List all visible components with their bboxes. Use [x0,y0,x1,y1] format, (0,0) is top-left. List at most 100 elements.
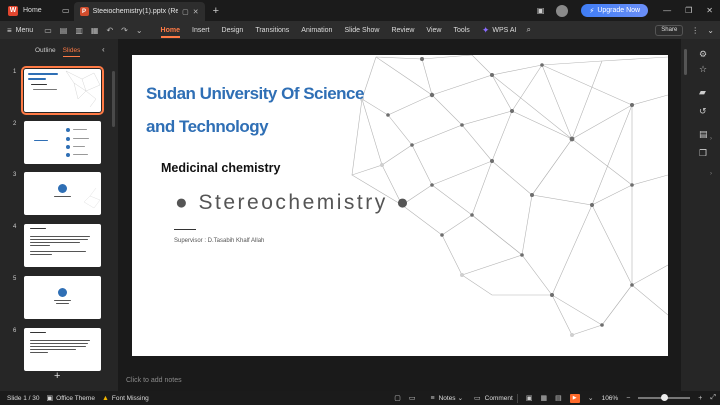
wps-ai-button[interactable]: ✦ WPS AI [482,25,517,36]
tab-transitions[interactable]: Transitions [255,27,289,34]
fit-window-icon[interactable]: ⤢ [710,394,716,402]
slide-subtitle[interactable]: Medicinal chemistry [161,161,281,175]
play-options-icon[interactable]: ⌄ [588,394,594,402]
ribbon-right: Share ⋮ ⌄ [655,21,714,39]
upgrade-now-button[interactable]: ⚡ Upgrade Now [581,4,649,17]
slide-supervisor-text[interactable]: Supervisor : D.Tasabih Khalf Allah [174,238,264,244]
float-window-icon[interactable]: ▢ [182,8,189,16]
document-tab-title: Steeiochemistry(1).pptx (Read [92,8,179,15]
slide-title-line-1[interactable]: Sudan University Of Science [146,84,364,104]
status-bar: Slide 1 / 30 ▣ Office Theme ▲ Font Missi… [0,391,720,405]
smart-icon[interactable]: ▢ [394,394,401,402]
font-missing-label: Font Missing [111,394,149,402]
tab-tools[interactable]: Tools [453,27,469,34]
redo-icon[interactable]: ↷ [121,26,128,35]
copy-icon[interactable]: ❐ [699,148,707,159]
menu-button[interactable]: ≡ Menu [0,26,40,35]
save-icon[interactable]: ▤ [60,26,68,35]
zoom-in-icon[interactable]: + [698,395,702,402]
title-bar: W Home ▭ P Steeiochemistry(1).pptx (Read… [0,0,720,21]
app-window: W Home ▭ P Steeiochemistry(1).pptx (Read… [0,0,720,405]
chevron-icon[interactable]: › [710,136,712,142]
zoom-slider-knob[interactable] [660,394,668,401]
tab-outline[interactable]: Outline [35,47,56,54]
font-missing-indicator[interactable]: ▲ Font Missing [102,395,149,402]
play-icon[interactable]: ▶ [569,393,580,403]
comment-label: Comment [484,394,513,402]
theme-indicator[interactable]: ▣ Office Theme [47,394,95,403]
panel-tabs: Outline Slides [35,47,87,57]
close-window-icon[interactable]: ✕ [706,6,713,15]
restore-icon[interactable]: ❐ [685,6,692,15]
settings-icon[interactable]: ⚙ [699,49,707,60]
tab-animation[interactable]: Animation [301,27,332,34]
collapse-ribbon-icon[interactable]: ⌄ [707,26,714,35]
close-tab-icon[interactable]: ✕ [193,8,199,16]
slide-title-line-2[interactable]: and Technology [146,117,269,137]
tab-slides[interactable]: Slides [62,47,80,57]
undo-icon[interactable]: ↶ [106,26,113,35]
slide-thumbnail[interactable] [24,224,101,267]
folder-icon[interactable]: ▭ [62,6,70,15]
collapse-panel-icon[interactable]: ‹ [102,45,105,54]
slide-canvas: Sudan University Of Science and Technolo… [118,39,681,391]
more-options-icon[interactable]: ⋮ [691,26,699,35]
add-slide-icon[interactable]: + [54,370,60,382]
thumb-text [30,343,88,344]
right-rail: ⚙ ☆ ▰ ↺ ▤ ❐ › › [681,39,720,391]
quick-access-toolbar: ▭ ▤ ▥ ▦ ↶ ↷ ⌄ [40,26,146,35]
thumb-network-graphic [83,187,101,209]
search-icon[interactable]: ⌕ [526,25,530,35]
share-button[interactable]: Share [655,24,684,36]
new-tab-icon[interactable]: + [213,5,219,17]
slide-thumbnail[interactable] [21,66,104,115]
panel-scrollbar[interactable] [112,71,115,127]
notes-placeholder[interactable]: Click to add notes [126,377,182,384]
slide-sorter-icon[interactable]: ▦ [540,394,547,402]
slide-main-text[interactable]: ● Stereochemistry ● [175,191,411,215]
notes-label: Notes [438,394,456,402]
theme-icon[interactable]: ▰ [699,87,706,98]
more-icon[interactable]: ⌄ [136,26,143,35]
comment-toggle[interactable]: ▭ Comment [470,394,513,403]
home-tab[interactable]: W Home [0,0,62,21]
properties-icon[interactable]: ▤ [699,129,708,140]
normal-view-icon[interactable]: ▣ [526,394,533,402]
star-icon[interactable]: ☆ [699,64,707,75]
thumb-text [30,228,46,229]
layout-icon[interactable]: ▭ [409,394,416,402]
thumb-text [73,138,89,139]
history-icon[interactable]: ↺ [699,106,707,117]
avatar[interactable] [556,4,569,17]
zoom-slider[interactable] [638,394,691,401]
canvas-scrollbar[interactable] [684,49,687,75]
slide-number: 4 [13,224,17,230]
menu-icon: ≡ [7,25,12,35]
tab-home[interactable]: Home [160,27,181,38]
slide-thumbnail[interactable] [24,328,101,371]
thumb-text [30,245,50,246]
notes-toggle[interactable]: ≡ Notes ⌄ [426,394,464,403]
tab-view[interactable]: View [426,27,441,34]
tab-review[interactable]: Review [391,27,414,34]
lightning-icon: ⚡ [589,7,595,15]
slide-thumbnail[interactable] [24,172,101,215]
slide-number: 1 [13,69,17,75]
chevron-icon[interactable]: › [710,171,712,177]
tab-slide-show[interactable]: Slide Show [344,27,379,34]
tab-design[interactable]: Design [222,27,244,34]
minimize-icon[interactable]: — [663,6,671,15]
print-icon[interactable]: ▥ [75,26,83,35]
slide-thumbnail[interactable] [24,276,101,319]
preview-icon[interactable]: ▦ [91,26,99,35]
slide-thumbnail[interactable] [24,121,101,164]
zoom-value[interactable]: 106% [602,395,619,402]
slide-page[interactable]: Sudan University Of Science and Technolo… [132,55,668,356]
open-icon[interactable]: ▭ [44,26,52,35]
sidebar-toggle-icon[interactable]: ▣ [537,6,545,15]
reading-view-icon[interactable]: ▤ [555,394,562,402]
tab-insert[interactable]: Insert [192,27,210,34]
chevron-down-icon: ⌄ [457,395,464,402]
zoom-out-icon[interactable]: − [626,395,630,402]
document-tab[interactable]: P Steeiochemistry(1).pptx (Read ▢ ✕ [73,2,205,21]
